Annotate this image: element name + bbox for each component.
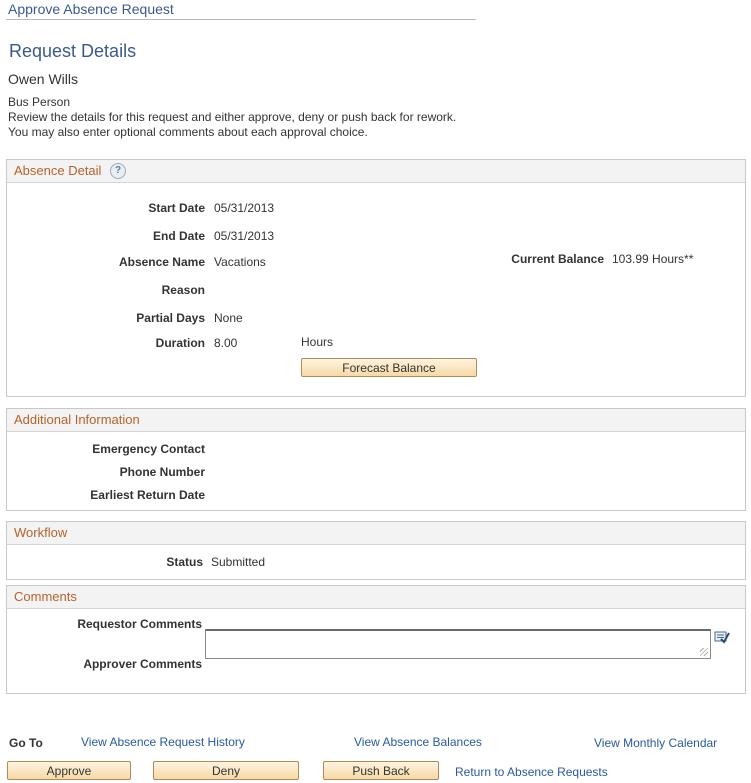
status-value: Submitted: [211, 555, 266, 569]
start-date-label: Start Date: [148, 201, 205, 215]
title-divider: [6, 19, 476, 20]
comments-header: Comments: [7, 586, 745, 609]
requestor-comments-label: Requestor Comments: [77, 617, 202, 631]
current-balance-value: 103.99 Hours**: [612, 252, 694, 266]
absence-detail-header: Absence Detail ?: [7, 160, 745, 183]
comments-section: Comments Requestor Comments Approver Com…: [6, 585, 746, 694]
forecast-balance-button[interactable]: Forecast Balance: [301, 358, 477, 377]
request-details-heading: Request Details: [9, 41, 137, 61]
approver-comments-label: Approver Comments: [83, 657, 202, 671]
duration-label: Duration: [155, 336, 205, 350]
instructions-line-2: You may also enter optional comments abo…: [8, 125, 368, 139]
deny-button[interactable]: Deny: [153, 761, 299, 780]
page-title: Approve Absence Request: [8, 1, 174, 17]
absence-detail-title: Absence Detail: [14, 163, 102, 178]
spell-check-icon[interactable]: [714, 630, 730, 644]
workflow-section: Workflow Status Submitted: [6, 521, 746, 580]
partial-days-label: Partial Days: [136, 311, 205, 325]
instructions-block: Bus Person Review the details for this r…: [8, 95, 456, 140]
earliest-return-date-label: Earliest Return Date: [90, 488, 205, 502]
view-monthly-calendar-link[interactable]: View Monthly Calendar: [594, 736, 717, 750]
job-title: Bus Person: [8, 95, 71, 109]
go-to-label: Go To: [9, 736, 43, 750]
instructions-line-1: Review the details for this request and …: [8, 110, 457, 124]
workflow-header: Workflow: [7, 522, 745, 545]
end-date-value: 05/31/2013: [214, 229, 275, 243]
absence-name-value: Vacations: [214, 255, 266, 269]
approve-button[interactable]: Approve: [7, 761, 131, 780]
absence-detail-section: Absence Detail ? Start Date 05/31/2013 E…: [6, 159, 746, 397]
partial-days-value: None: [214, 311, 243, 325]
reason-label: Reason: [161, 283, 205, 297]
view-absence-balances-link[interactable]: View Absence Balances: [354, 735, 482, 749]
push-back-button[interactable]: Push Back: [323, 761, 439, 780]
employee-name: Owen Wills: [8, 71, 79, 87]
additional-information-header: Additional Information: [7, 409, 745, 432]
duration-value: 8.00: [214, 336, 238, 350]
view-absence-request-history-link[interactable]: View Absence Request History: [81, 735, 245, 749]
current-balance-label: Current Balance: [511, 252, 604, 266]
help-icon[interactable]: ?: [110, 163, 126, 179]
phone-number-label: Phone Number: [119, 465, 205, 479]
resize-grip-icon[interactable]: [700, 648, 708, 656]
duration-unit: Hours: [301, 335, 334, 349]
start-date-value: 05/31/2013: [214, 201, 275, 215]
absence-name-label: Absence Name: [118, 255, 205, 269]
end-date-label: End Date: [152, 229, 205, 243]
status-label: Status: [166, 555, 203, 569]
emergency-contact-label: Emergency Contact: [92, 442, 205, 456]
return-to-absence-requests-link[interactable]: Return to Absence Requests: [455, 765, 608, 779]
additional-information-section: Additional Information Emergency Contact…: [6, 408, 746, 511]
approver-comments-textarea[interactable]: [205, 629, 711, 659]
